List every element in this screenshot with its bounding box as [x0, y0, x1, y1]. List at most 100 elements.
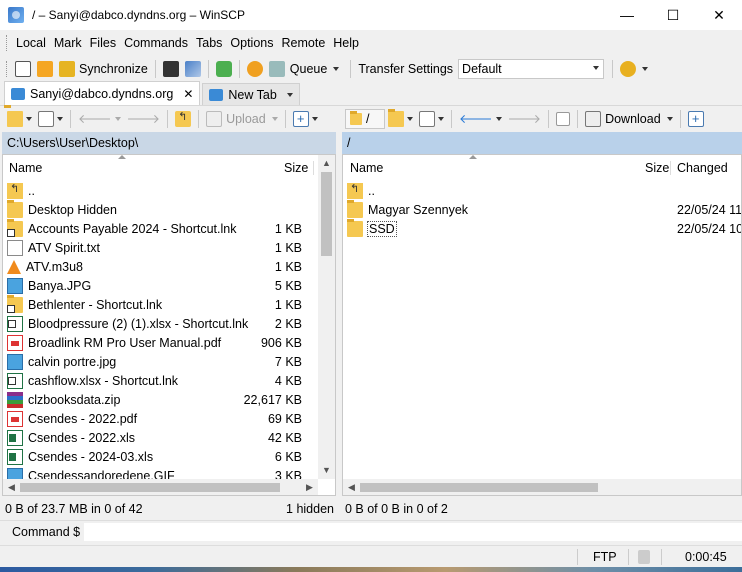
table-row[interactable]: Csendes - 2022.xls 42 KB	[3, 428, 335, 447]
local-column-size[interactable]: Size	[284, 161, 308, 175]
menu-options[interactable]: Options	[226, 36, 277, 50]
filter-icon	[419, 111, 435, 127]
remote-open-folder-button[interactable]	[385, 108, 416, 130]
up-icon	[347, 182, 363, 199]
local-vertical-scrollbar[interactable]: ▲ ▼	[318, 155, 335, 479]
table-row[interactable]: Broadlink RM Pro User Manual.pdf 906 KB	[3, 333, 335, 352]
close-tab-icon[interactable]: ✕	[183, 87, 193, 101]
table-row[interactable]: Banya.JPG 5 KB	[3, 276, 335, 295]
remote-file-rows: .. Magyar Szennyek 22/05/24 11: SSD 22/05/24…	[343, 181, 741, 238]
remote-filter-button[interactable]	[416, 108, 447, 130]
remote-path-combo[interactable]: /	[345, 109, 385, 129]
doc-icon	[7, 239, 23, 256]
toolbar-grip[interactable]	[6, 35, 9, 51]
preferences-button[interactable]	[244, 58, 266, 80]
local-new-button[interactable]: +	[290, 108, 321, 130]
tab-new-label: New Tab	[228, 87, 277, 102]
status-divider	[628, 549, 629, 565]
compare-directories-button[interactable]	[12, 58, 34, 80]
menu-local[interactable]: Local	[12, 36, 50, 50]
local-forward-button[interactable]: 🡒	[124, 108, 164, 130]
minimize-button[interactable]: —	[604, 0, 650, 30]
table-row[interactable]: ..	[343, 181, 741, 200]
table-row[interactable]: Bloodpressure (2) (1).xlsx - Shortcut.ln…	[3, 314, 335, 333]
remote-column-name[interactable]: Name	[350, 161, 383, 175]
maximize-button[interactable]: ☐	[650, 0, 696, 30]
local-filter-button[interactable]	[35, 108, 66, 130]
tab-new[interactable]: New Tab	[202, 83, 300, 105]
putty-button[interactable]	[182, 58, 204, 80]
open-terminal-button[interactable]	[160, 58, 182, 80]
keep-up-to-date-button[interactable]	[34, 58, 56, 80]
transfer-options-button[interactable]	[617, 58, 651, 80]
chevron-down-icon	[495, 117, 502, 121]
scroll-thumb[interactable]	[20, 483, 280, 492]
table-row[interactable]: Csendes - 2022.pdf 69 KB	[3, 409, 335, 428]
table-row[interactable]: ATV Spirit.txt 1 KB	[3, 238, 335, 257]
chevron-down-icon	[593, 66, 600, 70]
download-button[interactable]: Download	[582, 108, 676, 130]
transfer-settings-select[interactable]: Default	[458, 59, 605, 79]
remote-forward-button[interactable]: 🡒	[505, 108, 545, 130]
command-input[interactable]	[84, 522, 742, 541]
scroll-left-arrow[interactable]: ◀	[3, 479, 20, 495]
table-row[interactable]: clzbooksdata.zip 22,617 KB	[3, 390, 335, 409]
tab-session[interactable]: Sanyi@dabco.dyndns.org ✕	[4, 81, 201, 105]
menu-mark[interactable]: Mark	[50, 36, 86, 50]
remote-panel-toolbar: / 🡐 🡒 Download +	[345, 107, 742, 131]
remote-parent-dir-button[interactable]	[553, 108, 573, 130]
upload-button[interactable]: Upload	[203, 108, 281, 130]
menu-files[interactable]: Files	[86, 36, 120, 50]
menu-help[interactable]: Help	[329, 36, 363, 50]
local-open-folder-button[interactable]	[4, 108, 35, 130]
remote-horizontal-scrollbar[interactable]: ◀	[343, 479, 741, 495]
toolbar-grip[interactable]	[6, 61, 9, 77]
folder-icon	[347, 199, 363, 218]
scroll-right-arrow[interactable]: ▶	[301, 479, 318, 495]
synchronize-button[interactable]: Synchronize	[56, 58, 151, 80]
menu-tabs[interactable]: Tabs	[192, 36, 226, 50]
remote-column-changed[interactable]: Changed	[677, 161, 728, 175]
filter-icon	[38, 111, 54, 127]
scroll-down-arrow[interactable]: ▼	[318, 462, 335, 479]
table-row[interactable]: ATV.m3u8 1 KB	[3, 257, 335, 276]
remote-back-button[interactable]: 🡐	[456, 108, 505, 130]
local-status-bar: 0 B of 23.7 MB in 0 of 42 1 hidden	[2, 500, 336, 518]
scroll-left-arrow[interactable]: ◀	[343, 479, 360, 495]
remote-path-bar[interactable]: /	[342, 132, 742, 154]
table-row[interactable]: Bethlenter - Shortcut.lnk 1 KB	[3, 294, 335, 314]
remote-file-list[interactable]: Name Size Changed .. Magyar Szennyek 22/05…	[342, 154, 742, 496]
refresh-button[interactable]	[213, 58, 235, 80]
chevron-down-icon	[333, 67, 340, 71]
scroll-up-arrow[interactable]: ▲	[318, 155, 335, 172]
local-path-bar[interactable]: C:\Users\User\Desktop\	[2, 132, 336, 154]
table-row[interactable]: cashflow.xlsx - Shortcut.lnk 4 KB	[3, 371, 335, 390]
toolbar-separator	[679, 110, 681, 128]
remote-new-button[interactable]: +	[685, 108, 707, 130]
toolbar-separator	[577, 110, 579, 128]
local-horizontal-scrollbar[interactable]: ◀ ▶	[3, 479, 318, 495]
local-file-list[interactable]: Name Size ..Desktop HiddenAccounts Payab…	[2, 154, 336, 496]
scroll-thumb[interactable]	[360, 483, 598, 492]
local-panel-toolbar: 🡐 🡒 Upload +	[4, 107, 338, 131]
table-row[interactable]: SSD 22/05/24 10:	[343, 218, 742, 238]
table-row[interactable]: Accounts Payable 2024 - Shortcut.lnk 1 KB	[3, 218, 335, 238]
queue-button[interactable]: Queue	[266, 58, 343, 80]
local-back-button[interactable]: 🡐	[75, 108, 124, 130]
local-parent-dir-button[interactable]	[172, 108, 194, 130]
table-row[interactable]: Magyar Szennyek 22/05/24 11:	[343, 199, 741, 219]
scroll-thumb[interactable]	[321, 172, 332, 256]
table-row[interactable]: calvin portre.jpg 7 KB	[3, 352, 335, 371]
table-row[interactable]: Desktop Hidden	[3, 199, 335, 219]
close-button[interactable]: ✕	[696, 0, 742, 30]
chevron-down-icon	[271, 117, 278, 121]
menu-commands[interactable]: Commands	[120, 36, 192, 50]
remote-column-size[interactable]: Size	[645, 161, 669, 175]
file-changed: 22/05/24 10:	[677, 221, 742, 236]
file-name: Broadlink RM Pro User Manual.pdf	[28, 335, 222, 350]
table-row[interactable]: Csendes - 2024-03.xls 6 KB	[3, 447, 335, 466]
local-column-name[interactable]: Name	[9, 161, 42, 175]
menu-remote[interactable]: Remote	[278, 36, 330, 50]
table-row[interactable]: ..	[3, 181, 335, 200]
local-hidden-status[interactable]: 1 hidden	[286, 502, 334, 516]
